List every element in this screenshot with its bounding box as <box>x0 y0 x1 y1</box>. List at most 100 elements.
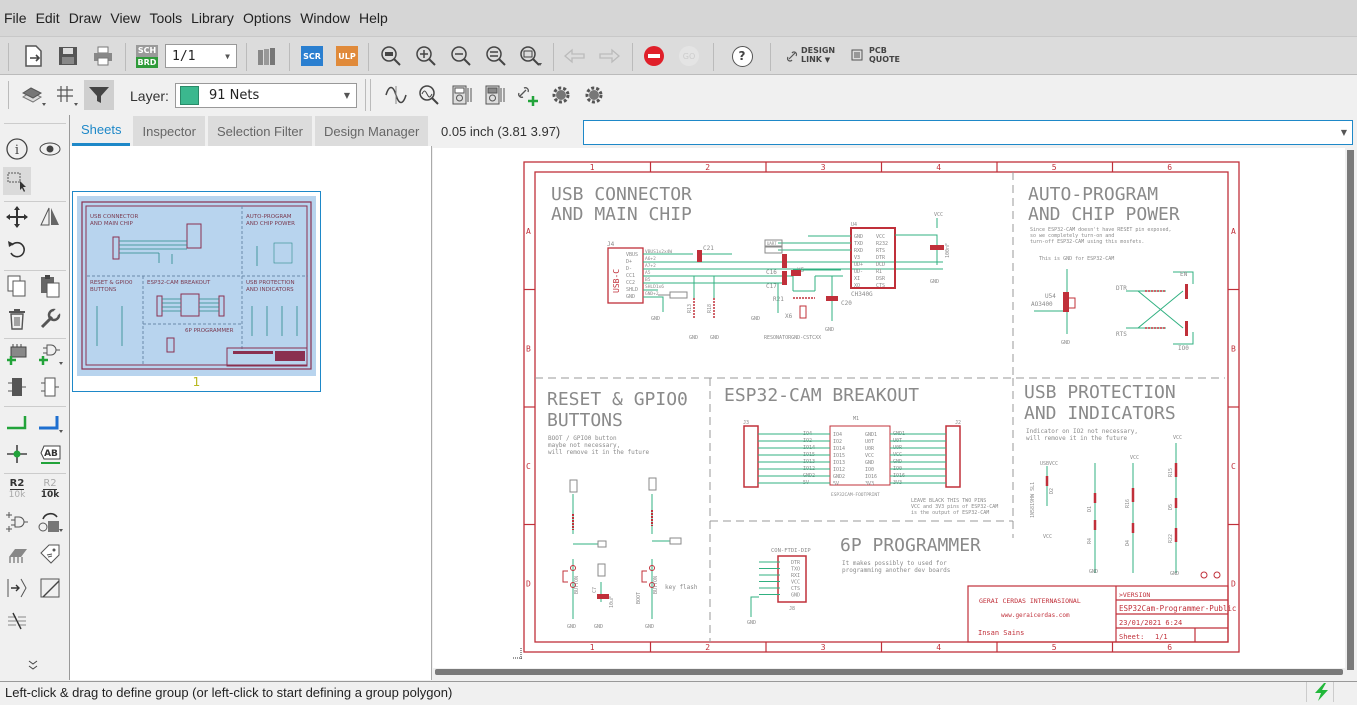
tab-design-manager[interactable]: Design Manager <box>314 116 429 146</box>
ch340g-pin-right: RTS <box>876 248 885 254</box>
menu-library[interactable]: Library <box>191 10 234 26</box>
ch340g-pin-left: XI <box>854 276 860 282</box>
grid-icon[interactable] <box>54 82 80 108</box>
delete-trash-icon[interactable] <box>3 305 31 333</box>
change-wrench-icon[interactable] <box>36 305 64 333</box>
menu-help[interactable]: Help <box>359 10 388 26</box>
replace-icon[interactable] <box>3 373 31 401</box>
zoom-fit-icon[interactable] <box>378 43 404 69</box>
filter-icon[interactable] <box>84 80 114 110</box>
horizontal-scroll-thumb[interactable] <box>435 669 1343 675</box>
command-input[interactable]: ▼ <box>583 120 1353 145</box>
print-icon[interactable] <box>90 43 116 69</box>
cursor-crosshair <box>513 648 523 660</box>
usb-c-pin-label: D+ <box>626 259 632 265</box>
menu-edit[interactable]: Edit <box>36 10 60 26</box>
move-icon[interactable] <box>3 203 31 231</box>
junction-icon[interactable] <box>3 440 31 468</box>
chevron-down-icon[interactable]: ▼ <box>1341 128 1347 137</box>
simulation-settings-gear-icon[interactable] <box>581 82 607 108</box>
ulp-icon[interactable]: ULP <box>334 43 360 69</box>
tab-selection-filter[interactable]: Selection Filter <box>207 116 312 146</box>
redo-icon[interactable] <box>596 43 622 69</box>
svg-text:GND: GND <box>1061 340 1070 346</box>
name-tool[interactable]: R2 10k <box>3 475 31 503</box>
save-icon[interactable] <box>55 43 81 69</box>
usb-c-net-label: B5 <box>645 277 651 283</box>
zoom-select-icon[interactable] <box>518 43 544 69</box>
go-icon[interactable]: GO <box>676 43 702 69</box>
ch340g-pin-right: DCD <box>876 262 885 268</box>
wire-icon[interactable] <box>3 408 31 436</box>
add-gate-icon[interactable] <box>36 340 64 368</box>
miter-icon[interactable] <box>36 574 64 602</box>
lightning-icon[interactable] <box>1312 683 1332 705</box>
menu-view[interactable]: View <box>110 10 140 26</box>
ftdi-pin-label: VCC <box>791 580 800 586</box>
pcb-quote-button[interactable]: PCB QUOTE <box>851 46 900 64</box>
pin-swap-icon[interactable] <box>3 541 31 569</box>
mirror-icon[interactable] <box>36 203 64 231</box>
tab-inspector[interactable]: Inspector <box>133 116 205 146</box>
settings-gear-icon[interactable] <box>548 82 574 108</box>
label-icon[interactable]: AB <box>36 440 64 468</box>
invoke-icon[interactable] <box>36 373 64 401</box>
menu-draw[interactable]: Draw <box>69 10 102 26</box>
sheet-select[interactable]: 1/1 ▼ <box>165 44 237 68</box>
attribute-tag-icon[interactable] <box>36 541 64 569</box>
smash-icon[interactable] <box>3 508 31 536</box>
svg-text:U54: U54 <box>1045 293 1056 300</box>
menu-options[interactable]: Options <box>243 10 291 26</box>
more-chevron-icon[interactable] <box>19 651 47 679</box>
svg-text:D1: D1 <box>1087 506 1093 512</box>
info-icon[interactable]: i <box>3 135 31 163</box>
bus-icon[interactable] <box>36 408 64 436</box>
paste-icon[interactable] <box>36 272 64 300</box>
design-link-button[interactable]: DESIGN LINK ▼ <box>786 46 835 65</box>
sch-brd-switch-icon[interactable]: SCH BRD <box>134 43 160 69</box>
group-select-icon[interactable] <box>3 167 31 195</box>
esp32-pin-left: IO4 <box>833 432 842 438</box>
voltage-probe-icon[interactable] <box>449 82 475 108</box>
svg-text:R16: R16 <box>1125 499 1131 508</box>
zoom-in-icon[interactable] <box>413 43 439 69</box>
zoom-out-icon[interactable] <box>448 43 474 69</box>
help-icon[interactable]: ? <box>729 43 755 69</box>
esp32-pin-left: 5V <box>833 481 839 487</box>
menu-window[interactable]: Window <box>300 10 350 26</box>
sheet-preview: USB CONNECTOR AND MAIN CHIP AUTO-PROGRAM… <box>77 196 316 376</box>
phase-probe-icon[interactable] <box>482 82 508 108</box>
vertical-scrollbar[interactable] <box>1345 148 1357 670</box>
svg-text:EN: EN <box>1180 271 1188 278</box>
zoom-redraw-icon[interactable] <box>483 43 509 69</box>
menu-file[interactable]: File <box>4 10 27 26</box>
add-part-icon[interactable] <box>3 340 31 368</box>
esp32-pin-left: IO2 <box>833 439 842 445</box>
rotate-icon[interactable] <box>3 235 31 263</box>
menu-tools[interactable]: Tools <box>149 10 182 26</box>
copy-icon[interactable] <box>3 272 31 300</box>
library-icon[interactable] <box>254 43 280 69</box>
note-reset-2: maybe not necessary, <box>548 442 620 449</box>
net-break-icon[interactable] <box>3 574 31 602</box>
add-link-icon[interactable] <box>515 82 541 108</box>
layers-icon[interactable] <box>20 82 46 108</box>
value-tool[interactable]: R2 10k <box>36 475 64 503</box>
sheet-thumbnail[interactable]: USB CONNECTOR AND MAIN CHIP AUTO-PROGRAM… <box>72 191 321 392</box>
split-icon[interactable] <box>36 508 64 536</box>
undo-icon[interactable] <box>562 43 588 69</box>
column-label-bottom: 3 <box>821 643 826 652</box>
vertical-scroll-thumb[interactable] <box>1347 150 1354 670</box>
script-icon[interactable]: SCR <box>299 43 325 69</box>
tab-sheets[interactable]: Sheets <box>72 116 131 146</box>
probe-icon[interactable] <box>416 82 442 108</box>
stop-icon[interactable] <box>641 43 667 69</box>
new-file-icon[interactable] <box>20 43 46 69</box>
layer-select[interactable]: 91 Nets ▼ <box>175 83 357 108</box>
horizontal-scrollbar[interactable] <box>433 668 1345 680</box>
optimize-icon[interactable] <box>3 607 31 635</box>
ch340g-pin-left: UD+ <box>854 262 863 268</box>
simulate-icon[interactable] <box>383 82 409 108</box>
schematic-canvas[interactable]: 1 2 3 4 5 6 1 2 3 4 5 6 A A B B C C D D USB CONNECTOR AND… <box>433 148 1345 668</box>
show-eye-icon[interactable] <box>36 135 64 163</box>
